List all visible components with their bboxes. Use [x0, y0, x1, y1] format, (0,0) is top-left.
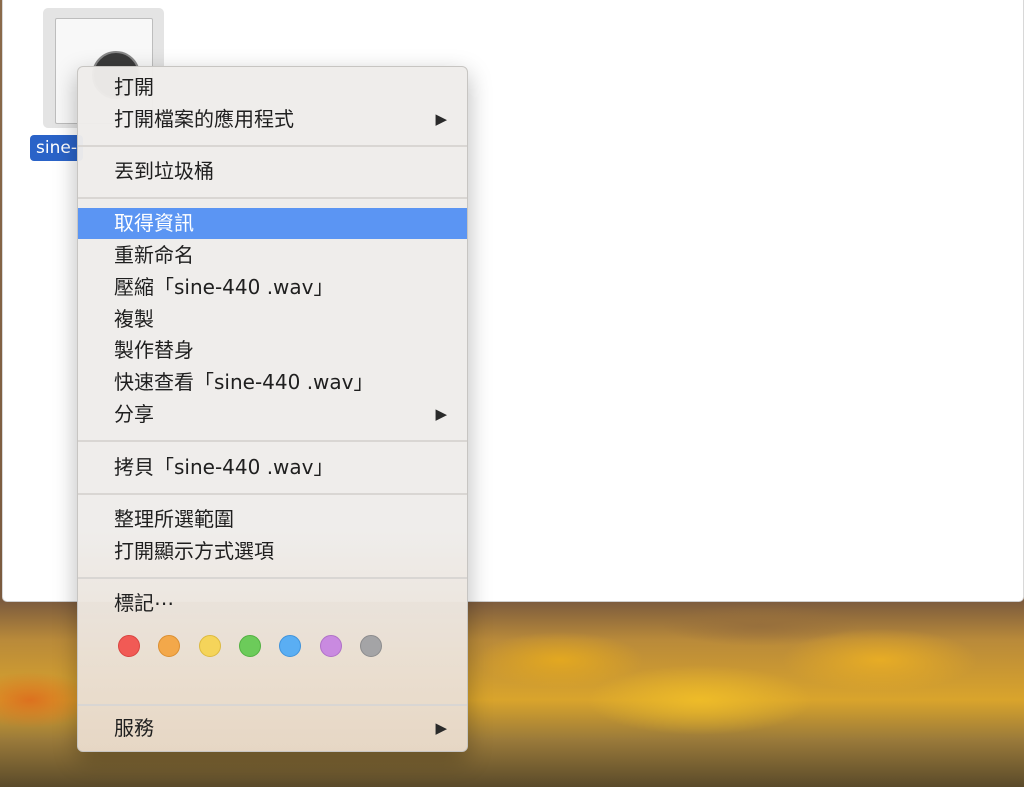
menu-item-quick-look[interactable]: 快速查看「sine-440 .wav」	[78, 367, 467, 398]
menu-item-open-with[interactable]: 打開檔案的應用程式 ▶	[78, 104, 467, 135]
menu-item-label: 取得資訊	[114, 211, 194, 235]
tag-gray-button[interactable]	[360, 635, 382, 657]
menu-item-share[interactable]: 分享 ▶	[78, 399, 467, 430]
menu-item-rename[interactable]: 重新命名	[78, 240, 467, 271]
menu-item-label: 整理所選範圍	[114, 507, 234, 531]
menu-separator	[78, 704, 467, 706]
menu-item-show-view-options[interactable]: 打開顯示方式選項	[78, 536, 467, 567]
menu-item-get-info[interactable]: 取得資訊	[78, 208, 467, 239]
menu-item-label: 分享	[114, 402, 154, 426]
menu-item-label: 打開	[114, 75, 154, 99]
menu-item-duplicate[interactable]: 複製	[78, 304, 467, 335]
menu-item-label: 快速查看「sine-440 .wav」	[114, 370, 374, 394]
menu-item-label: 打開檔案的應用程式	[114, 107, 294, 131]
menu-item-label: 標記⋯	[114, 591, 174, 615]
tag-orange-button[interactable]	[158, 635, 180, 657]
submenu-arrow-icon: ▶	[435, 110, 447, 128]
menu-separator	[78, 493, 467, 495]
menu-item-make-alias[interactable]: 製作替身	[78, 335, 467, 366]
submenu-arrow-icon: ▶	[435, 719, 447, 737]
context-menu: 打開 打開檔案的應用程式 ▶ 丟到垃圾桶 取得資訊 重新命名 壓縮「sine-4…	[77, 66, 468, 752]
tag-yellow-button[interactable]	[199, 635, 221, 657]
menu-item-services[interactable]: 服務 ▶	[78, 713, 467, 744]
menu-item-label: 壓縮「sine-440 .wav」	[114, 275, 334, 299]
tag-purple-button[interactable]	[320, 635, 342, 657]
menu-separator	[78, 440, 467, 442]
menu-separator	[78, 577, 467, 579]
menu-item-label: 複製	[114, 307, 154, 331]
file-name-label[interactable]: sine-	[30, 135, 83, 161]
menu-item-label: 重新命名	[114, 243, 194, 267]
menu-item-label: 拷貝「sine-440 .wav」	[114, 455, 334, 479]
menu-item-move-to-trash[interactable]: 丟到垃圾桶	[78, 156, 467, 187]
tag-blue-button[interactable]	[279, 635, 301, 657]
menu-separator	[78, 197, 467, 199]
tag-red-button[interactable]	[118, 635, 140, 657]
menu-item-label: 製作替身	[114, 338, 194, 362]
submenu-arrow-icon: ▶	[435, 405, 447, 423]
tag-green-button[interactable]	[239, 635, 261, 657]
menu-item-label: 丟到垃圾桶	[114, 159, 214, 183]
menu-item-open[interactable]: 打開	[78, 72, 467, 103]
menu-separator	[78, 145, 467, 147]
menu-item-compress[interactable]: 壓縮「sine-440 .wav」	[78, 272, 467, 303]
menu-item-label: 服務	[114, 716, 154, 740]
menu-item-tags[interactable]: 標記⋯	[78, 588, 467, 619]
menu-item-label: 打開顯示方式選項	[114, 539, 274, 563]
menu-item-copy[interactable]: 拷貝「sine-440 .wav」	[78, 452, 467, 483]
menu-item-clean-up-selection[interactable]: 整理所選範圍	[78, 504, 467, 535]
